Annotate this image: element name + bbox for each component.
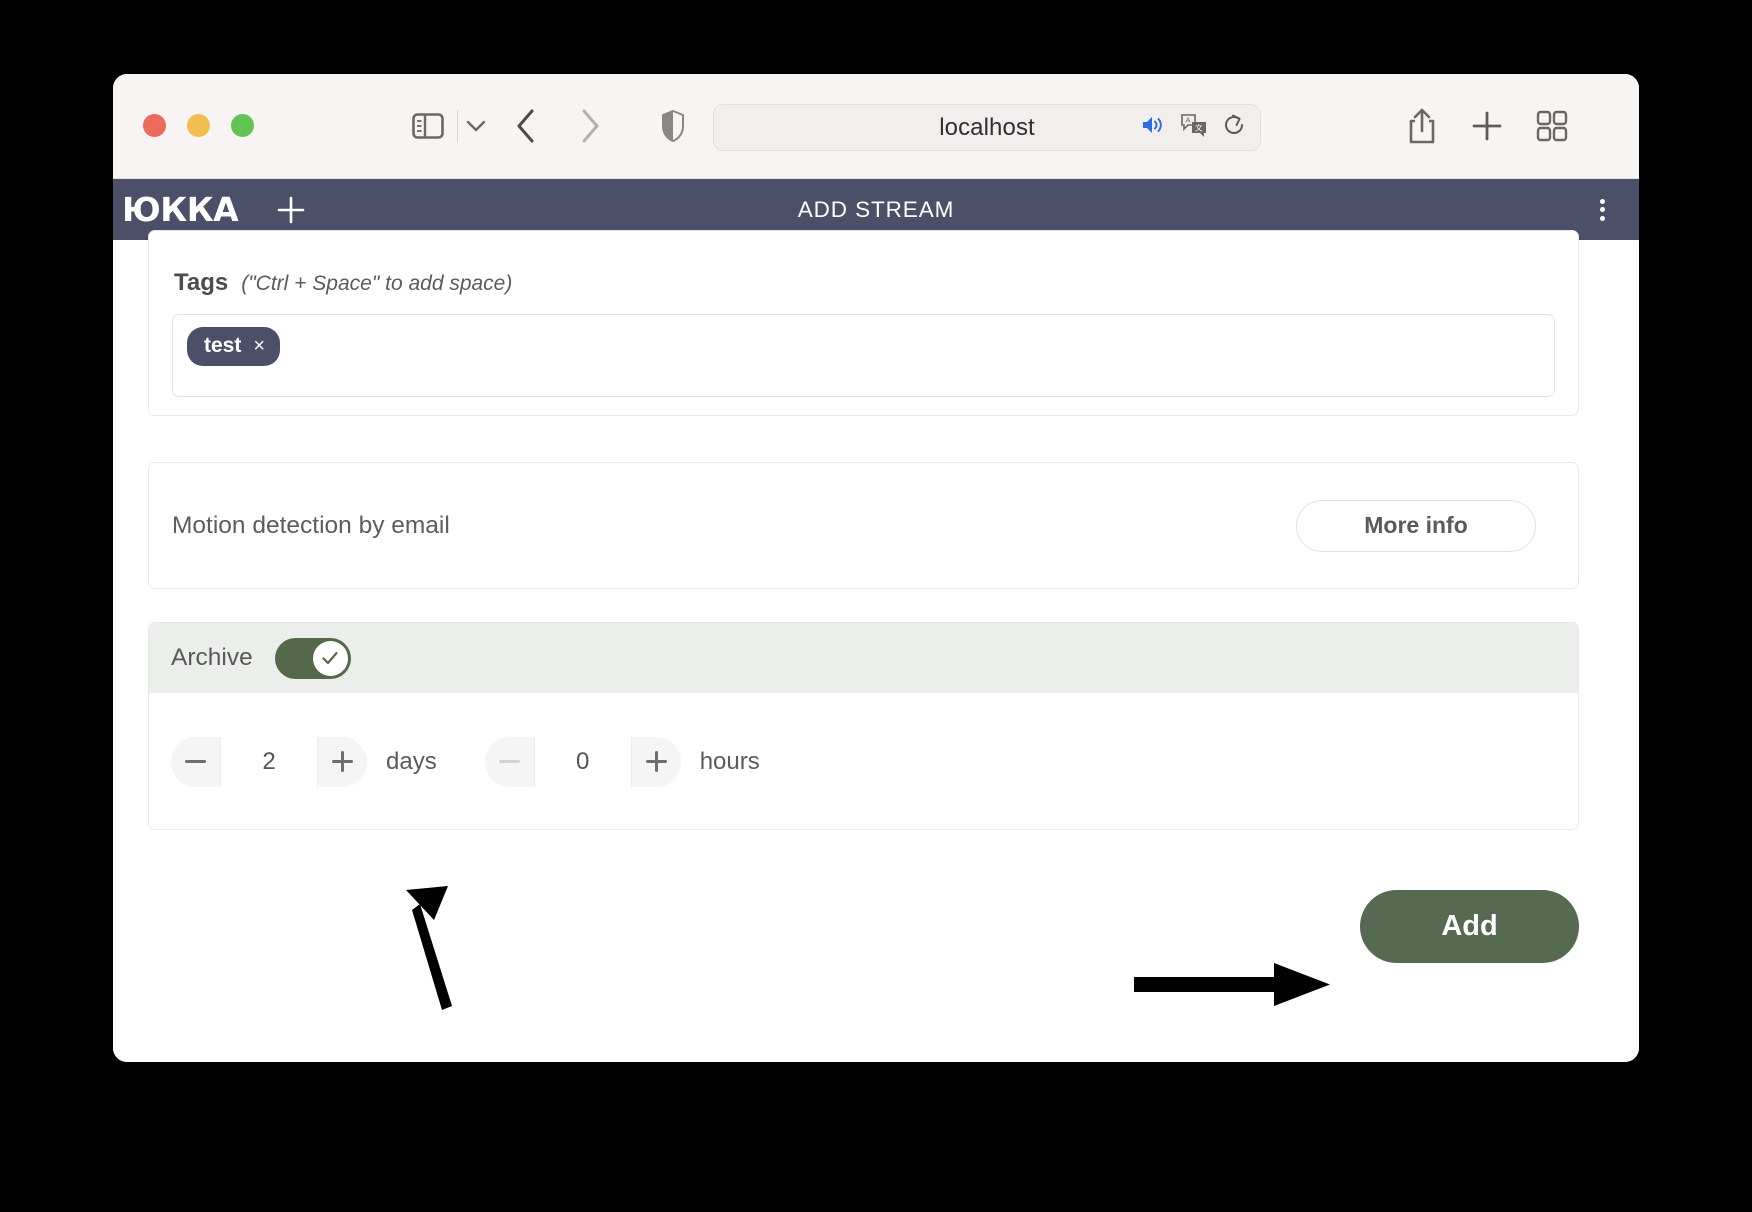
hours-unit-label: hours (699, 747, 760, 775)
page-title: ADD STREAM (797, 196, 955, 222)
hours-increment-button[interactable] (631, 736, 681, 787)
archive-label: Archive (171, 644, 253, 671)
tab-overview-icon[interactable] (1535, 109, 1569, 143)
days-value[interactable]: 2 (220, 736, 318, 787)
url-text: localhost (939, 113, 1035, 141)
privacy-shield-icon[interactable] (658, 108, 688, 144)
address-bar-icons: A 文 (1140, 105, 1246, 150)
reload-icon[interactable] (1222, 113, 1246, 142)
tag-chip[interactable]: test × (187, 327, 281, 366)
motion-detection-card: Motion detection by email More info (148, 462, 1579, 589)
back-chevron-icon[interactable] (511, 107, 541, 145)
svg-text:文: 文 (1195, 123, 1203, 133)
tags-card: Tags ("Ctrl + Space" to add space) test … (148, 230, 1579, 416)
archive-toggle[interactable] (274, 637, 351, 679)
hours-decrement-button[interactable] (484, 736, 534, 787)
browser-toolbar: localhost A 文 (113, 74, 1639, 179)
tags-label: Tags (174, 269, 229, 296)
sidebar-toggle-icon[interactable] (410, 110, 446, 142)
form-body: Tags ("Ctrl + Space" to add space) test … (113, 230, 1639, 1062)
toolbar-divider (457, 110, 458, 143)
archive-header: Archive (149, 623, 1578, 693)
tags-input[interactable]: test × (172, 314, 1555, 397)
archive-retention-row: 2 days 0 hours (149, 693, 1578, 829)
chevron-down-icon[interactable] (465, 114, 487, 138)
tags-hint: ("Ctrl + Space" to add space) (241, 272, 513, 295)
tag-chip-label: test (204, 334, 242, 357)
days-stepper: 2 (171, 736, 367, 787)
zoom-window-button[interactable] (231, 114, 254, 137)
svg-text:A: A (1186, 116, 1191, 125)
window-controls (143, 114, 254, 137)
minimize-window-button[interactable] (187, 114, 210, 137)
kebab-menu-icon[interactable] (1591, 195, 1613, 225)
motion-detection-label: Motion detection by email (172, 511, 450, 539)
add-button[interactable]: Add (1360, 890, 1579, 963)
address-bar[interactable]: localhost A 文 (713, 104, 1261, 151)
more-info-button[interactable]: More info (1296, 499, 1536, 552)
days-unit-label: days (386, 747, 437, 775)
speaker-playing-icon[interactable] (1140, 114, 1166, 141)
translate-icon[interactable]: A 文 (1180, 113, 1208, 142)
archive-card: Archive 2 days 0 hours (148, 622, 1579, 830)
tag-remove-icon[interactable]: × (253, 336, 265, 356)
days-decrement-button[interactable] (171, 736, 220, 787)
share-icon[interactable] (1405, 106, 1439, 146)
hours-stepper: 0 (484, 736, 681, 787)
days-increment-button[interactable] (318, 736, 367, 787)
new-tab-plus-icon[interactable] (1470, 108, 1504, 144)
tags-label-row: Tags ("Ctrl + Space" to add space) (149, 231, 1578, 297)
forward-chevron-icon[interactable] (575, 107, 605, 145)
archive-toggle-knob (312, 640, 348, 676)
close-window-button[interactable] (143, 114, 166, 137)
browser-window: localhost A 文 ЮККА ADD STREAM Tags ("Ctr… (113, 74, 1639, 1062)
hours-value[interactable]: 0 (533, 736, 632, 787)
